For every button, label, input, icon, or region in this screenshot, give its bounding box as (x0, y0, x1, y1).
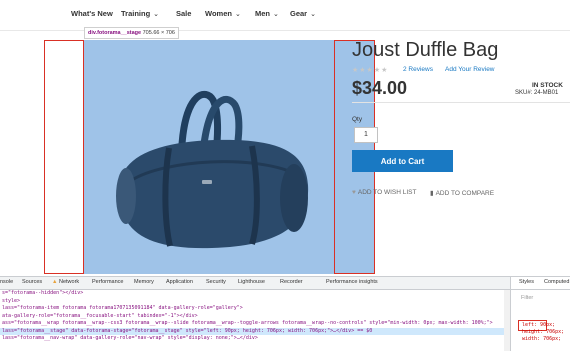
qty-input[interactable] (354, 127, 378, 143)
tab-memory[interactable]: Memory (134, 279, 154, 285)
add-to-compare[interactable]: ▮ ADD TO COMPARE (430, 189, 494, 197)
styles-pane: Styles Computed Filter left: 90px; heigh… (510, 277, 570, 351)
styles-tabs: Styles Computed (511, 277, 570, 290)
divider (352, 102, 570, 103)
nav-men-label: Men (255, 9, 270, 18)
stock-status: IN STOCK (532, 82, 563, 89)
tab-security[interactable]: Security (206, 279, 226, 285)
nav-gear[interactable]: Gear ⌄ (290, 9, 316, 18)
rating-stars: ★★★★★ (352, 67, 389, 74)
add-review-link[interactable]: Add Your Review (445, 66, 495, 73)
tab-application[interactable]: Application (166, 279, 193, 285)
product-price: $34.00 (352, 78, 408, 98)
nav-gear-label: Gear (290, 9, 308, 18)
code-line[interactable]: ass="fotorama__wrap fotorama__wrap--css3… (0, 320, 510, 328)
heart-icon: ♥ (352, 189, 356, 196)
tab-performance-insights[interactable]: Performance insights (326, 279, 378, 285)
duffle-bag-image (116, 90, 309, 249)
nav-women[interactable]: Women ⌄ (205, 9, 241, 18)
tab-network-label: Network (58, 279, 80, 285)
tab-performance[interactable]: Performance (92, 279, 124, 285)
chevron-down-icon: ⌄ (153, 11, 160, 18)
devtools-tabs: nsole Sources ▲ Network Performance Memo… (0, 277, 510, 290)
css-prop-height[interactable]: height: 706px; (522, 329, 564, 335)
tab-lighthouse[interactable]: Lighthouse (238, 279, 265, 285)
tab-styles[interactable]: Styles (519, 279, 534, 285)
inspector-tooltip: div.fotorama__stage 705.66 × 706 (84, 27, 179, 39)
css-prop-width[interactable]: width: 706px; (522, 336, 561, 342)
add-to-cart-button[interactable]: Add to Cart (352, 150, 453, 172)
nav-men[interactable]: Men ⌄ (255, 9, 279, 18)
tab-console[interactable]: nsole (0, 279, 13, 285)
chevron-down-icon: ⌄ (310, 11, 316, 18)
qty-label: Qty (352, 116, 363, 123)
elements-tree[interactable]: s="fotorama--hidden"></div> style> lass=… (0, 290, 510, 351)
devtools-panel: nsole Sources ▲ Network Performance Memo… (0, 276, 570, 351)
compare-label: ADD TO COMPARE (435, 190, 495, 197)
gallery-stage[interactable] (84, 40, 334, 274)
warning-icon: ▲ (52, 279, 58, 285)
reviews-link[interactable]: 2 Reviews (403, 66, 433, 73)
chevron-down-icon: ⌄ (234, 11, 241, 18)
wishlist-label: ADD TO WISH LIST (357, 189, 417, 196)
add-to-wishlist[interactable]: ♥ ADD TO WISH LIST (352, 189, 417, 196)
code-line-selected[interactable]: lass="fotorama__stage" data-fotorama-sta… (0, 327, 510, 335)
chevron-down-icon: ⌄ (273, 11, 279, 18)
tab-recorder[interactable]: Recorder (280, 279, 303, 285)
nav-training[interactable]: Training ⌄ (121, 9, 159, 18)
tab-computed[interactable]: Computed (544, 279, 569, 285)
product-sku: SKU#: 24-MB01 (515, 90, 559, 96)
nav-sale[interactable]: Sale (176, 9, 191, 18)
css-prop-left[interactable]: left: 90px; (522, 322, 555, 328)
inspector-margin-left (44, 40, 84, 274)
code-line[interactable]: lass="fotorama-item fotorama fotorama170… (0, 305, 510, 313)
tooltip-selector: div.fotorama__stage (88, 30, 142, 36)
nav-sale-label: Sale (176, 9, 192, 18)
tooltip-size: 705.66 × 706 (142, 30, 175, 36)
tab-sources[interactable]: Sources (22, 279, 42, 285)
code-line[interactable]: style> (0, 298, 510, 306)
nav-training-label: Training (121, 9, 151, 18)
code-line[interactable]: ata-gallery-role="fotorama__focusable-st… (0, 313, 510, 321)
code-line[interactable]: lass="fotorama__nav-wrap" data-gallery-r… (0, 335, 510, 343)
nav-women-label: Women (205, 9, 232, 18)
styles-filter[interactable]: Filter (521, 295, 533, 301)
nav-whats-new-label: What's New (71, 9, 113, 18)
tab-network[interactable]: ▲ Network (52, 279, 79, 285)
product-title: Joust Duffle Bag (352, 39, 499, 61)
bar-chart-icon: ▮ (430, 190, 434, 197)
nav-whats-new[interactable]: What's New (71, 9, 113, 18)
code-line[interactable]: s="fotorama--hidden"></div> (0, 290, 510, 298)
